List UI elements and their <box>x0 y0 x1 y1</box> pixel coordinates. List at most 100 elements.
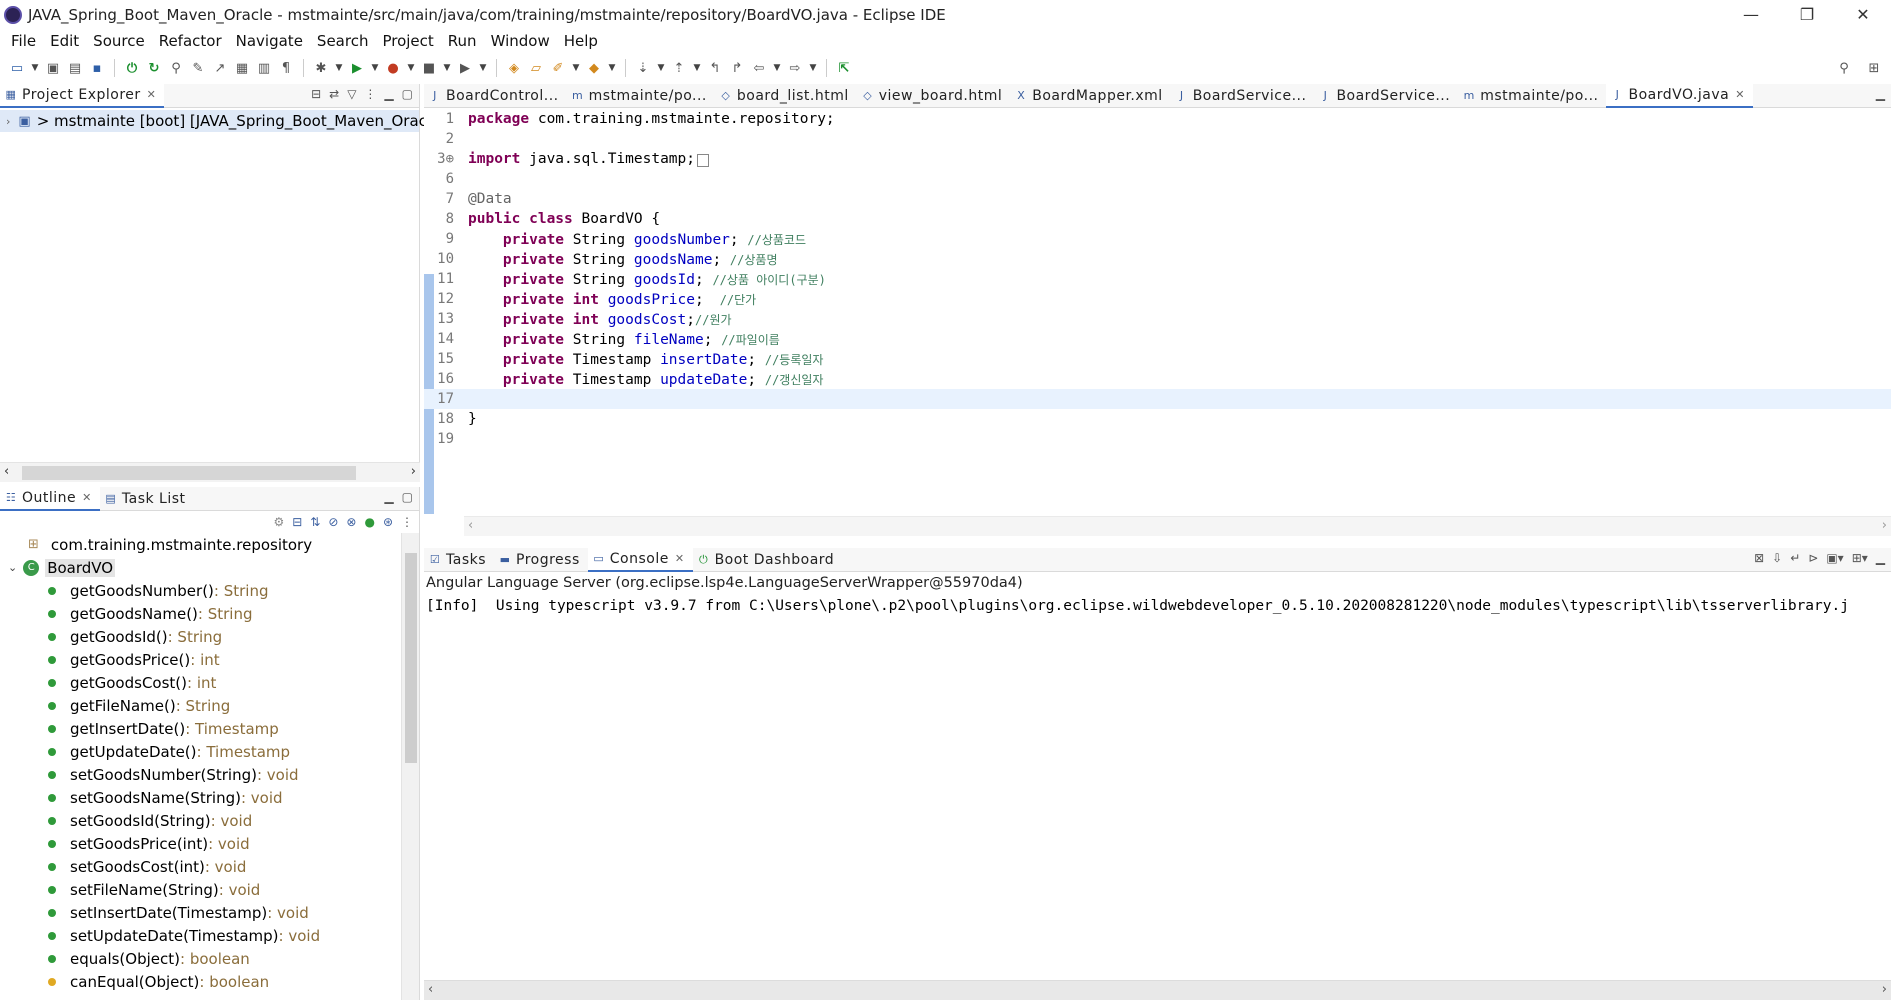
editor-tab-active[interactable]: J BoardVO.java ✕ <box>1606 83 1753 108</box>
open-perspective-icon[interactable]: ⇱ <box>835 59 853 77</box>
next-annotation-icon[interactable]: ↗ <box>211 59 229 77</box>
outline-scrollbar[interactable] <box>401 533 419 1000</box>
collapse-arrow-icon[interactable]: ⌄ <box>8 561 17 574</box>
coverage-dropdown-icon[interactable]: ▼ <box>406 59 416 77</box>
terminal-icon[interactable]: ▪ <box>88 59 106 77</box>
hide-local-types-icon[interactable]: ⊛ <box>383 515 393 529</box>
outline-member[interactable]: setFileName(String) : void <box>0 878 401 901</box>
maximize-button[interactable]: ❐ <box>1779 0 1835 29</box>
open-task-icon[interactable]: ◆ <box>585 59 603 77</box>
pin-console-icon[interactable]: ⊳ <box>1808 551 1818 565</box>
menu-project[interactable]: Project <box>375 32 440 50</box>
outline-member[interactable]: getUpdateDate() : Timestamp <box>0 740 401 763</box>
close-icon[interactable]: ✕ <box>147 88 157 101</box>
menu-search[interactable]: Search <box>310 32 376 50</box>
refresh-icon[interactable]: ↻ <box>145 59 163 77</box>
outline-member[interactable]: setGoodsPrice(int) : void <box>0 832 401 855</box>
close-icon[interactable]: ✕ <box>675 552 685 565</box>
outline-member[interactable]: getGoodsName() : String <box>0 602 401 625</box>
menu-window[interactable]: Window <box>484 32 557 50</box>
project-tree-row[interactable]: › ▣ > mstmainte [boot] [JAVA_Spring_Boot… <box>0 110 440 132</box>
back-dropdown-icon[interactable]: ▼ <box>772 59 782 77</box>
outline-member[interactable]: getGoodsId() : String <box>0 625 401 648</box>
editor-scrollbar[interactable]: ‹ › <box>464 516 1891 536</box>
external-tools-icon[interactable]: ▶ <box>456 59 474 77</box>
scroll-lock-icon[interactable]: ⇩ <box>1772 551 1782 565</box>
editor-tab[interactable]: m mstmainte/po... <box>567 84 715 108</box>
debug-icon[interactable]: ✱ <box>312 59 330 77</box>
minimize-button[interactable]: — <box>1723 0 1779 29</box>
next-edit-icon[interactable]: ⇣ <box>634 59 652 77</box>
editor-tab[interactable]: J BoardControl... <box>424 84 567 108</box>
outline-class-row[interactable]: ⌄ C BoardVO <box>0 556 401 579</box>
external-tools-dropdown-icon[interactable]: ▼ <box>478 59 488 77</box>
collapse-all-icon[interactable]: ⊟ <box>292 515 302 529</box>
outline-member[interactable]: getInsertDate() : Timestamp <box>0 717 401 740</box>
open-folder-icon[interactable]: ▱ <box>527 59 545 77</box>
focus-icon[interactable]: ⚙ <box>273 515 284 529</box>
hide-static-icon[interactable]: ⊗ <box>346 515 356 529</box>
view-menu-icon[interactable]: ⋮ <box>401 515 413 529</box>
debug-dropdown-icon[interactable]: ▼ <box>334 59 344 77</box>
task-dropdown-icon[interactable]: ▼ <box>607 59 617 77</box>
outline-member[interactable]: getGoodsCost() : int <box>0 671 401 694</box>
editor-tab[interactable]: ◇ board_list.html <box>715 84 857 108</box>
editor-tab[interactable]: J BoardService... <box>1314 84 1458 108</box>
filter-icon[interactable]: ▽ <box>347 87 356 101</box>
scroll-right-icon[interactable]: › <box>1882 982 1887 997</box>
whitespace-icon[interactable]: ¶ <box>277 59 295 77</box>
scroll-left-icon[interactable]: ‹ <box>428 982 433 997</box>
sort-icon[interactable]: ⇅ <box>310 515 320 529</box>
link-editor-icon[interactable]: ⇄ <box>329 87 339 101</box>
prev-annotation-icon[interactable]: ▦ <box>233 59 251 77</box>
outline-member[interactable]: setGoodsNumber(String) : void <box>0 763 401 786</box>
stop-icon[interactable]: ■ <box>420 59 438 77</box>
menu-run[interactable]: Run <box>441 32 484 50</box>
editor-tab[interactable]: m mstmainte/po... <box>1458 84 1606 108</box>
prev-edit-icon[interactable]: ⇡ <box>670 59 688 77</box>
scroll-left-icon[interactable]: ‹ <box>4 464 9 479</box>
last-edit-icon[interactable]: ↰ <box>706 59 724 77</box>
editor-tab[interactable]: J BoardService... <box>1171 84 1315 108</box>
outline-member[interactable]: canEqual(Object) : boolean <box>0 970 401 993</box>
tab-console[interactable]: ▭ Console ✕ <box>587 547 693 572</box>
minimize-view-icon[interactable]: ▁ <box>384 87 393 101</box>
run-icon[interactable]: ▶ <box>348 59 366 77</box>
display-console-icon[interactable]: ▣▾ <box>1826 551 1843 565</box>
minimize-view-icon[interactable]: ▁ <box>1876 87 1885 101</box>
block-select-icon[interactable]: ▥ <box>255 59 273 77</box>
menu-refactor[interactable]: Refactor <box>152 32 229 50</box>
next-edit-dropdown-icon[interactable]: ▼ <box>656 59 666 77</box>
pin-icon[interactable]: ⚲ <box>167 59 185 77</box>
collapse-all-icon[interactable]: ⊟ <box>311 87 321 101</box>
forward-edit-icon[interactable]: ↱ <box>728 59 746 77</box>
menu-edit[interactable]: Edit <box>43 32 86 50</box>
tab-tasks[interactable]: ☑ Tasks <box>424 548 494 572</box>
toggle-mark-icon[interactable]: ✎ <box>189 59 207 77</box>
outline-member[interactable]: setUpdateDate(Timestamp) : void <box>0 924 401 947</box>
menu-file[interactable]: File <box>4 32 43 50</box>
close-icon[interactable]: ✕ <box>82 491 92 504</box>
search-dropdown-icon[interactable]: ▼ <box>571 59 581 77</box>
close-button[interactable]: ✕ <box>1835 0 1891 29</box>
console-scrollbar[interactable]: ‹ › <box>424 980 1891 1000</box>
hide-fields-icon[interactable]: ⊘ <box>328 515 338 529</box>
outline-package-row[interactable]: ⊞ com.training.mstmainte.repository <box>0 533 401 556</box>
open-console-icon[interactable]: ⊞▾ <box>1852 551 1868 565</box>
tab-progress[interactable]: ▬ Progress <box>494 548 588 572</box>
save-icon[interactable]: ▣ <box>44 59 62 77</box>
outline-member[interactable]: getGoodsPrice() : int <box>0 648 401 671</box>
outline-member[interactable]: getGoodsNumber() : String <box>0 579 401 602</box>
scrollbar-thumb[interactable] <box>22 466 356 480</box>
tab-project-explorer[interactable]: ▦ Project Explorer ✕ <box>0 83 165 108</box>
clear-console-icon[interactable]: ⊠ <box>1754 551 1764 565</box>
outline-member[interactable]: setGoodsCost(int) : void <box>0 855 401 878</box>
boot-dashboard-icon[interactable]: ⏻ <box>123 59 141 77</box>
explorer-scrollbar[interactable]: ‹ › <box>0 462 420 482</box>
forward-icon[interactable]: ⇨ <box>786 59 804 77</box>
save-all-icon[interactable]: ▤ <box>66 59 84 77</box>
search-icon[interactable]: ⚲ <box>1835 59 1853 77</box>
folded-block-icon[interactable] <box>697 154 710 167</box>
outline-member[interactable]: equals(Object) : boolean <box>0 947 401 970</box>
outline-member[interactable]: setGoodsId(String) : void <box>0 809 401 832</box>
